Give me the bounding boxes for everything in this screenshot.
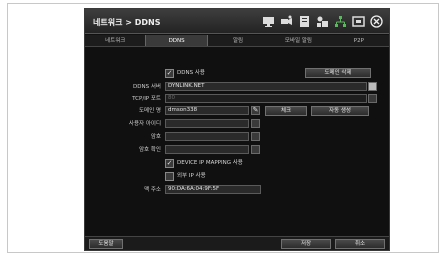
delete-domain-button[interactable]: 도메인 삭제: [305, 68, 371, 78]
mac-address-label: 맥 주소: [144, 187, 161, 193]
password-label: 암호: [150, 134, 161, 140]
edit-keyboard-icon[interactable]: ✎: [251, 106, 260, 115]
password-confirm-keyboard-icon[interactable]: [251, 145, 260, 154]
toolbar-icons: [262, 15, 383, 28]
storage-icon[interactable]: [298, 15, 311, 28]
user-id-label: 사용자 아이디: [128, 121, 161, 127]
camera-settings-icon[interactable]: [280, 15, 293, 28]
tab-bar: 네트워크 DDNS 알림 모바일 알림 P2P: [85, 35, 389, 47]
domain-name-label: 도메인 명: [139, 108, 161, 114]
mac-address-field: 90:DA:6A:04:9F:5F: [165, 185, 261, 194]
window-title: 네트워크 > DDNS: [93, 18, 161, 27]
save-button[interactable]: 저장: [281, 239, 331, 249]
close-icon[interactable]: [370, 15, 383, 28]
tab-ddns[interactable]: DDNS: [145, 35, 208, 46]
ddns-server-dropdown-icon[interactable]: [368, 82, 377, 91]
ddns-server-select[interactable]: DYNLINK.NET: [165, 82, 367, 91]
external-ip-label: 외부 IP 사용: [177, 173, 206, 179]
password-confirm-field[interactable]: [165, 145, 249, 154]
user-id-keyboard-icon[interactable]: [251, 119, 260, 128]
help-button[interactable]: 도움말: [89, 239, 123, 249]
event-icon[interactable]: [316, 15, 329, 28]
system-icon[interactable]: [352, 15, 365, 28]
network-icon[interactable]: [334, 15, 347, 28]
password-confirm-label: 암호 확인: [139, 147, 161, 153]
check-button[interactable]: 체크: [265, 106, 307, 116]
ddns-use-checkbox[interactable]: ✓: [165, 69, 174, 78]
ddns-server-label: DDNS 서버: [133, 84, 161, 90]
title-bar: 네트워크 > DDNS: [85, 9, 389, 34]
tab-p2p[interactable]: P2P: [329, 35, 389, 46]
domain-name-field[interactable]: dmson338: [165, 106, 249, 115]
device-ip-mapping-label: DEVICE IP MAPPING 사용: [177, 160, 243, 166]
password-keyboard-icon[interactable]: [251, 132, 260, 141]
tcpip-port-field[interactable]: 80: [165, 94, 367, 103]
dvr-settings-window: 네트워크 > DDNS 네트워크 DDNS 알림 모바일 알림 P2P ✓ DD…: [84, 8, 390, 251]
password-field[interactable]: [165, 132, 249, 141]
bottom-bar: 도움말 저장 취소: [85, 236, 389, 250]
cancel-button[interactable]: 취소: [335, 239, 385, 249]
tab-mobile-notification[interactable]: 모바일 알림: [268, 35, 328, 46]
external-ip-checkbox[interactable]: [165, 172, 174, 181]
monitor-icon[interactable]: [262, 15, 275, 28]
tab-notification[interactable]: 알림: [208, 35, 268, 46]
auto-create-button[interactable]: 자동 생성: [311, 106, 369, 116]
tab-network[interactable]: 네트워크: [85, 35, 145, 46]
tcpip-port-keypad-icon[interactable]: [368, 94, 377, 103]
device-ip-mapping-checkbox[interactable]: ✓: [165, 159, 174, 168]
tcpip-port-label: TCP/IP 포트: [132, 96, 161, 102]
ddns-use-label: DDNS 사용: [177, 70, 205, 76]
user-id-field[interactable]: [165, 119, 249, 128]
